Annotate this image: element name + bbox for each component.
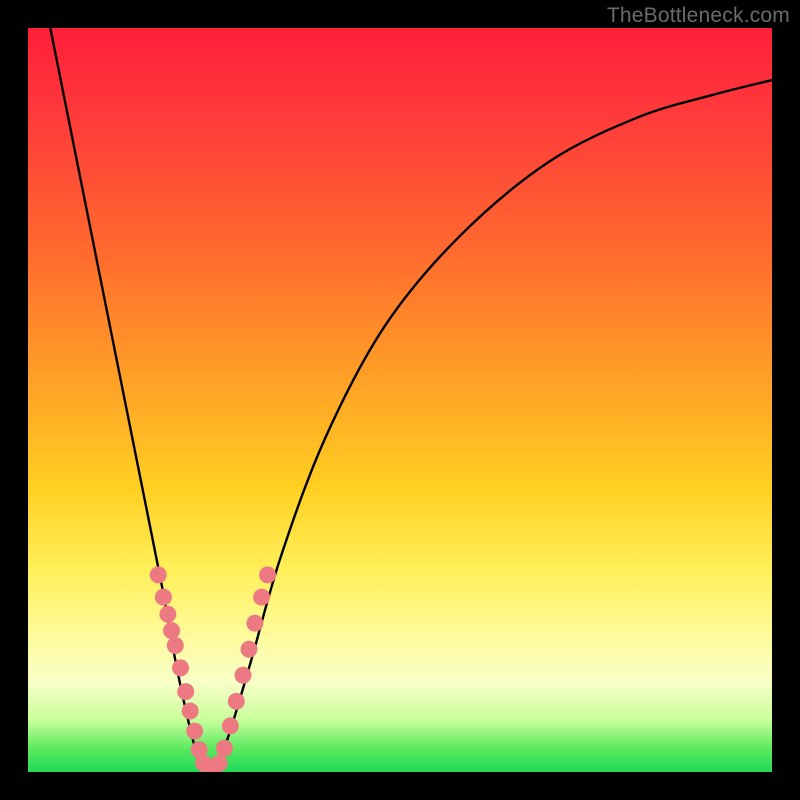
bottleneck-curve [50,28,772,772]
plot-area [28,28,772,772]
outer-frame: TheBottleneck.com [0,0,800,800]
curve-marker [159,606,176,623]
curve-marker [222,717,239,734]
curve-marker [182,702,199,719]
curve-marker [246,615,263,632]
chart-svg [28,28,772,772]
curve-marker [235,667,252,684]
curve-marker [155,589,172,606]
curve-marker [167,637,184,654]
curve-marker [228,693,245,710]
curve-marker [150,566,167,583]
curve-marker [253,589,270,606]
curve-marker [216,740,233,757]
curve-path-group [50,28,772,772]
curve-marker [240,641,257,658]
curve-marker [186,723,203,740]
curve-marker [259,566,276,583]
curve-marker [163,622,180,639]
curve-marker [211,755,228,772]
watermark-text: TheBottleneck.com [607,4,790,28]
curve-markers [150,566,276,772]
curve-marker [177,683,194,700]
curve-marker [172,659,189,676]
